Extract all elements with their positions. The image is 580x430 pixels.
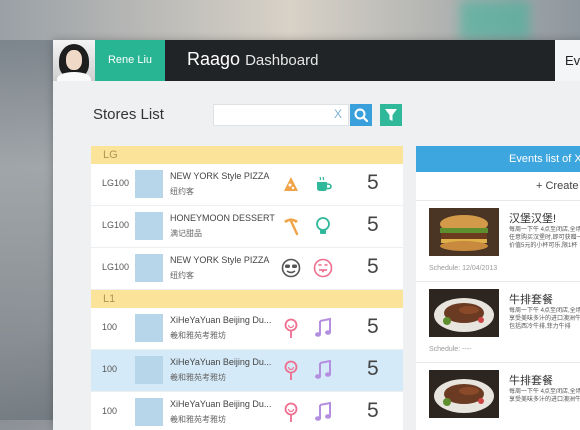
coffee-cup-icon[interactable] xyxy=(312,173,334,195)
store-thumbnail xyxy=(135,314,163,342)
group-header: L1 xyxy=(91,290,403,308)
event-desc-line: 每周一下午 4点至闭店,全场 xyxy=(509,389,580,395)
store-name-cn: 满记甜品 xyxy=(170,229,202,238)
filter-button[interactable] xyxy=(380,104,402,126)
page-title: Stores List xyxy=(93,106,164,123)
avatar-face xyxy=(66,50,82,70)
store-name: XiHeYaYuan Beijing Du... xyxy=(170,399,272,409)
search-icon xyxy=(354,108,369,123)
brand-title: Raago Dashboard xyxy=(187,49,318,70)
header-menu-item-events[interactable]: Ev xyxy=(555,40,580,81)
schedule-value: ---- xyxy=(462,346,472,353)
avatar[interactable] xyxy=(53,40,95,81)
schedule-label: Schedule: xyxy=(429,346,461,353)
music-note-icon[interactable] xyxy=(312,317,334,339)
music-note-icon[interactable] xyxy=(312,359,334,381)
store-thumbnail xyxy=(135,254,163,282)
store-name-cn: 纽约客 xyxy=(170,271,194,280)
lollipop-icon[interactable] xyxy=(280,317,302,339)
event-desc-line: 享受美味多汁的进口澳洲牛排 xyxy=(509,316,580,322)
event-desc-line: 享受美味多汁的进口澳洲牛排 xyxy=(509,397,580,403)
store-row[interactable]: LG100 NEW YORK Style PIZZA 纽约客 5 xyxy=(91,164,403,206)
background-blur-accent xyxy=(460,0,530,40)
store-row[interactable]: 100 XiHeYaYuan Beijing Du... 羲和雅苑考雅坊 5 xyxy=(91,308,403,350)
schedule-value: 12/04/2013 xyxy=(462,265,498,272)
brand-subtitle: Dashboard xyxy=(245,52,319,69)
store-score: 5 xyxy=(367,315,379,338)
background-blur-left xyxy=(0,0,60,420)
store-row[interactable]: 100 XiHeYaYuan Beijing Du... 羲和雅苑考雅坊 5 xyxy=(91,392,403,430)
store-code: 100 xyxy=(102,406,118,416)
event-desc-line: 任意购买汉堡时,即可获赠一杯 xyxy=(509,235,580,241)
clear-search-icon[interactable]: X xyxy=(334,107,342,121)
event-schedule: Schedule: ---- xyxy=(429,346,471,353)
event-title: 牛排套餐 xyxy=(509,375,553,387)
store-thumbnail xyxy=(135,170,163,198)
brand-name: Raago xyxy=(187,49,241,69)
store-code: LG100 xyxy=(102,262,130,272)
event-desc-line: 每周一下午 4点至闭店,全场 xyxy=(509,227,580,233)
store-name: NEW YORK Style PIZZA xyxy=(170,171,270,181)
events-list: 汉堡汉堡!每周一下午 4点至闭店,全场任意购买汉堡时,即可获赠一杯价值5元的小杯… xyxy=(416,201,580,430)
event-desc-line: 价值5元的小杯可乐,限1杯 xyxy=(509,243,578,249)
store-row[interactable]: 100 XiHeYaYuan Beijing Du... 羲和雅苑考雅坊 5 xyxy=(91,350,403,392)
store-score: 5 xyxy=(367,171,379,194)
schedule-label: Schedule: xyxy=(429,265,461,272)
event-card[interactable]: 汉堡汉堡!每周一下午 4点至闭店,全场任意购买汉堡时,即可获赠一杯价值5元的小杯… xyxy=(416,201,580,282)
event-description: 每周一下午 4点至闭店,全场 享受美味多汁的进口澳洲牛排 xyxy=(509,388,580,404)
group-header: LG xyxy=(91,146,403,164)
avatar-body xyxy=(57,72,91,81)
event-description: 每周一下午 4点至闭店,全场 享受美味多汁的进口澳洲牛排 包括西冷牛排,菲力牛排 xyxy=(509,307,580,331)
event-desc-line: 每周一下午 4点至闭店,全场 xyxy=(509,308,580,314)
pickaxe-icon[interactable] xyxy=(280,215,302,237)
event-desc-line: 包括西冷牛排,菲力牛排 xyxy=(509,324,571,330)
top-header: Rene Liu Raago Dashboard Ev xyxy=(53,40,580,81)
event-photo xyxy=(429,208,499,256)
events-panel-title: Events list of X xyxy=(416,146,580,172)
store-name-cn: 羲和雅苑考雅坊 xyxy=(170,373,226,382)
dashboard-window: Rene Liu Raago Dashboard Ev Stores List … xyxy=(53,40,580,430)
store-row[interactable]: LG100 NEW YORK Style PIZZA 纽约客 5 xyxy=(91,248,403,290)
stores-list: LG LG100 NEW YORK Style PIZZA 纽约客 5 LG100 HONE… xyxy=(91,146,403,430)
store-code: 100 xyxy=(102,364,118,374)
store-row[interactable]: LG100 HONEYMOON DESSERT 满记甜品 5 xyxy=(91,206,403,248)
search-input[interactable] xyxy=(214,105,334,125)
store-score: 5 xyxy=(367,357,379,380)
event-schedule: Schedule: 12/04/2013 xyxy=(429,265,497,272)
store-score: 5 xyxy=(367,213,379,236)
sunglasses-face-icon[interactable] xyxy=(280,257,302,279)
lightbulb-icon[interactable] xyxy=(312,215,334,237)
search-button[interactable] xyxy=(350,104,372,126)
store-thumbnail xyxy=(135,212,163,240)
store-code: 100 xyxy=(102,322,118,332)
user-name[interactable]: Rene Liu xyxy=(95,40,165,81)
store-name: NEW YORK Style PIZZA xyxy=(170,255,270,265)
lollipop-icon[interactable] xyxy=(280,359,302,381)
store-score: 5 xyxy=(367,399,379,422)
store-name: XiHeYaYuan Beijing Du... xyxy=(170,315,272,325)
store-name-cn: 纽约客 xyxy=(170,187,194,196)
pizza-icon[interactable] xyxy=(280,173,302,195)
store-code: LG100 xyxy=(102,220,130,230)
filter-icon xyxy=(385,109,397,121)
event-title: 汉堡汉堡! xyxy=(509,213,557,225)
store-code: LG100 xyxy=(102,178,130,188)
event-photo xyxy=(429,370,499,418)
event-description: 每周一下午 4点至闭店,全场任意购买汉堡时,即可获赠一杯价值5元的小杯可乐,限1… xyxy=(509,226,580,250)
store-name: HONEYMOON DESSERT xyxy=(170,213,275,223)
store-thumbnail xyxy=(135,356,163,384)
event-card[interactable]: 牛排套餐 每周一下午 4点至闭店,全场 享受美味多汁的进口澳洲牛排 包括西冷牛排,菲力… xyxy=(416,282,580,363)
store-score: 5 xyxy=(367,255,379,278)
event-title: 牛排套餐 xyxy=(509,294,553,306)
search-box: X xyxy=(213,104,349,126)
tongue-face-icon[interactable] xyxy=(312,257,334,279)
store-name-cn: 羲和雅苑考雅坊 xyxy=(170,331,226,340)
store-name: XiHeYaYuan Beijing Du... xyxy=(170,357,272,367)
create-event-button[interactable]: + Create xyxy=(416,172,580,201)
store-thumbnail xyxy=(135,398,163,426)
event-photo xyxy=(429,289,499,337)
events-panel: Events list of X + Create 汉堡汉堡! 每周一下午 4点至… xyxy=(416,146,580,430)
